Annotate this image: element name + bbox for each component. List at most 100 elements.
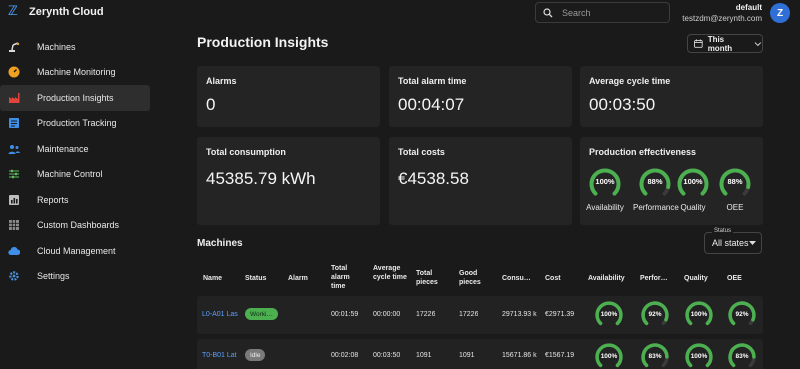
user-info[interactable]: default testzdm@zerynth.com [682, 3, 762, 23]
status-badge: Idle [245, 349, 266, 361]
consumption-cell: 29713.93 k [502, 311, 537, 318]
sidebar-item-label: Production Tracking [37, 118, 117, 129]
status-filter-value: All states [712, 238, 749, 248]
sidebar-item-settings[interactable]: Settings [0, 264, 150, 290]
column-header-availability[interactable]: Availability [588, 274, 625, 283]
search-input[interactable] [562, 7, 657, 18]
column-header-total-pieces[interactable]: Total pieces [416, 269, 446, 287]
sidebar-item-maintenance[interactable]: Maintenance [0, 136, 150, 162]
column-header-consumption[interactable]: Consu… [502, 274, 531, 283]
card-label: Alarms [206, 76, 237, 86]
sidebar-item-production-insights[interactable]: Production Insights [0, 85, 150, 111]
sidebar-item-machine-monitoring[interactable]: Machine Monitoring [0, 60, 150, 86]
period-value: This month [707, 34, 733, 53]
table-row[interactable]: L0-A01 Las Worki… 00:01:59 00:00:00 1722… [197, 296, 763, 334]
factory-icon [8, 92, 20, 104]
gauge-value: 83% [735, 353, 749, 360]
quality-gauge: 100% [684, 342, 714, 369]
card-value: 00:04:07 [398, 95, 465, 114]
column-header-performance[interactable]: Perfor… [640, 274, 668, 283]
control-sliders-icon [8, 168, 20, 180]
sidebar-item-reports[interactable]: Reports [0, 187, 150, 213]
monitor-gauge-icon [8, 66, 20, 78]
search-icon [543, 7, 553, 17]
sidebar-item-label: Maintenance [37, 143, 89, 154]
average-cycle-time-card: Average cycle time 00:03:50 [580, 66, 763, 127]
sidebar-item-label: Production Insights [37, 92, 114, 103]
app-logo[interactable]: ℤ Zerynth Cloud [8, 5, 104, 19]
table-row[interactable]: T0-B01 Lat Idle 00:02:08 00:03:50 1091 1… [197, 339, 763, 369]
card-value: 45385.79 kWh [206, 169, 316, 188]
gauge-value: 100% [690, 311, 708, 318]
zerynth-logo-icon: ℤ [8, 4, 18, 19]
availability-gauge: 100% [594, 342, 624, 369]
status-badge: Worki… [245, 308, 278, 320]
average-cycle-time-cell: 00:00:00 [373, 311, 401, 318]
sidebar-item-cloud-management[interactable]: Cloud Management [0, 238, 150, 264]
cloud-icon [8, 245, 20, 257]
gauge-label: Availability [586, 203, 624, 212]
sidebar-item-machine-control[interactable]: Machine Control [0, 162, 150, 188]
sidebar-item-label: Machines [37, 41, 76, 52]
gear-icon [8, 270, 20, 282]
sidebar-item-custom-dashboards[interactable]: Custom Dashboards [0, 213, 150, 239]
user-name: default [735, 3, 762, 12]
cost-cell: €1567.19 [545, 352, 575, 359]
column-header-alarm[interactable]: Alarm [288, 274, 308, 283]
oee-gauge: 92% [727, 300, 757, 330]
machine-name-link[interactable]: T0-B01 Lat [202, 352, 242, 359]
availability-gauge: 100% [594, 300, 624, 330]
tracking-list-icon [8, 117, 20, 129]
total-alarm-time-cell: 00:01:59 [331, 311, 359, 318]
card-value: 0 [206, 95, 216, 114]
sidebar-item-label: Machine Monitoring [37, 67, 116, 78]
performance-gauge: 83% [640, 342, 670, 369]
total-alarm-time-cell: 00:02:08 [331, 352, 359, 359]
status-filter-label: Status [712, 228, 734, 234]
column-header-average-cycle-time[interactable]: Average cycle time [373, 264, 409, 282]
gauge-value: 100% [600, 353, 618, 360]
status-filter-select[interactable]: Status All states [704, 228, 762, 254]
column-header-quality[interactable]: Quality [684, 274, 708, 283]
quality-gauge: 100% Quality [671, 167, 715, 212]
gauge-value: 100% [600, 311, 618, 318]
avatar[interactable]: Z [770, 3, 790, 23]
column-header-oee[interactable]: OEE [727, 274, 742, 283]
card-value: 00:03:50 [589, 95, 656, 114]
column-header-total-alarm-time[interactable]: Total alarm time [331, 264, 363, 291]
reports-chart-icon [8, 194, 20, 206]
caret-down-icon [749, 241, 756, 245]
sidebar-item-machines[interactable]: Machines [0, 34, 150, 60]
cost-cell: €2971.39 [545, 311, 575, 318]
machines-title: Machines [197, 238, 243, 249]
sidebar-item-label: Custom Dashboards [37, 220, 120, 231]
column-header-status[interactable]: Status [245, 274, 266, 283]
gauge-value: 100% [683, 177, 703, 186]
gauge-value: 83% [648, 353, 662, 360]
search-box[interactable] [535, 2, 670, 23]
card-value: €4538.58 [398, 169, 469, 188]
gauge-label: Quality [680, 203, 706, 212]
period-selector[interactable]: This month [687, 34, 763, 53]
quality-gauge: 100% [684, 300, 714, 330]
production-effectiveness-card: Production effectiveness 100% Availabili… [580, 137, 763, 225]
page-title: Production Insights [197, 34, 329, 50]
sidebar-item-label: Machine Control [37, 169, 103, 180]
total-pieces-cell: 1091 [416, 352, 432, 359]
column-header-name[interactable]: Name [203, 274, 222, 283]
column-header-cost[interactable]: Cost [545, 274, 561, 283]
card-label: Average cycle time [589, 76, 671, 86]
app-title: Zerynth Cloud [29, 6, 104, 18]
total-consumption-card: Total consumption 45385.79 kWh [197, 137, 380, 225]
gauge-value: 100% [595, 177, 615, 186]
total-alarm-time-card: Total alarm time 00:04:07 [389, 66, 572, 127]
good-pieces-cell: 1091 [459, 352, 475, 359]
column-header-good-pieces[interactable]: Good pieces [459, 269, 489, 287]
total-costs-card: Total costs €4538.58 [389, 137, 572, 225]
sidebar-item-label: Reports [37, 194, 69, 205]
sidebar: Machines Machine Monitoring Production I… [0, 34, 152, 289]
maintenance-people-icon [8, 143, 20, 155]
machine-name-link[interactable]: L0-A01 Las [202, 311, 242, 318]
sidebar-item-production-tracking[interactable]: Production Tracking [0, 111, 150, 137]
availability-gauge: 100% Availability [583, 167, 627, 212]
